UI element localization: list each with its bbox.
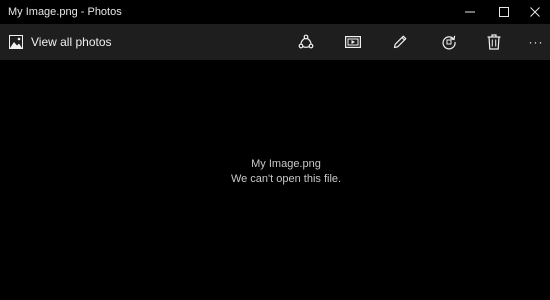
file-name: My Image.png (251, 158, 321, 170)
error-message: We can't open this file. (230, 173, 342, 185)
rotate-icon (442, 35, 456, 50)
share-button[interactable] (289, 24, 323, 60)
photos-window: My Image.png - Photos View all photos ··… (0, 0, 550, 300)
slideshow-icon (345, 36, 361, 49)
delete-icon (487, 34, 501, 50)
window-title: My Image.png - Photos (8, 6, 122, 18)
close-button[interactable] (518, 0, 550, 24)
error-message-block: My Image.png We can't open this file. (0, 157, 550, 187)
share-icon (298, 34, 314, 49)
rotate-button[interactable] (432, 24, 466, 60)
maximize-button[interactable] (487, 0, 520, 24)
more-icon: ··· (528, 35, 544, 49)
view-all-photos-button[interactable]: View all photos (0, 24, 112, 60)
slideshow-button[interactable] (336, 24, 370, 60)
delete-button[interactable] (477, 24, 511, 60)
more-options-button[interactable]: ··· (519, 24, 550, 60)
photo-icon (9, 35, 23, 49)
title-bar[interactable]: My Image.png - Photos (0, 0, 550, 24)
maximize-icon (498, 7, 509, 17)
toolbar: View all photos ··· (0, 24, 550, 60)
edit-icon (393, 35, 407, 49)
view-all-photos-label: View all photos (31, 35, 112, 49)
edit-button[interactable] (383, 24, 417, 60)
minimize-icon (464, 11, 475, 13)
close-icon (529, 7, 540, 17)
minimize-button[interactable] (453, 0, 486, 24)
image-viewer-area: My Image.png We can't open this file. (0, 60, 550, 300)
